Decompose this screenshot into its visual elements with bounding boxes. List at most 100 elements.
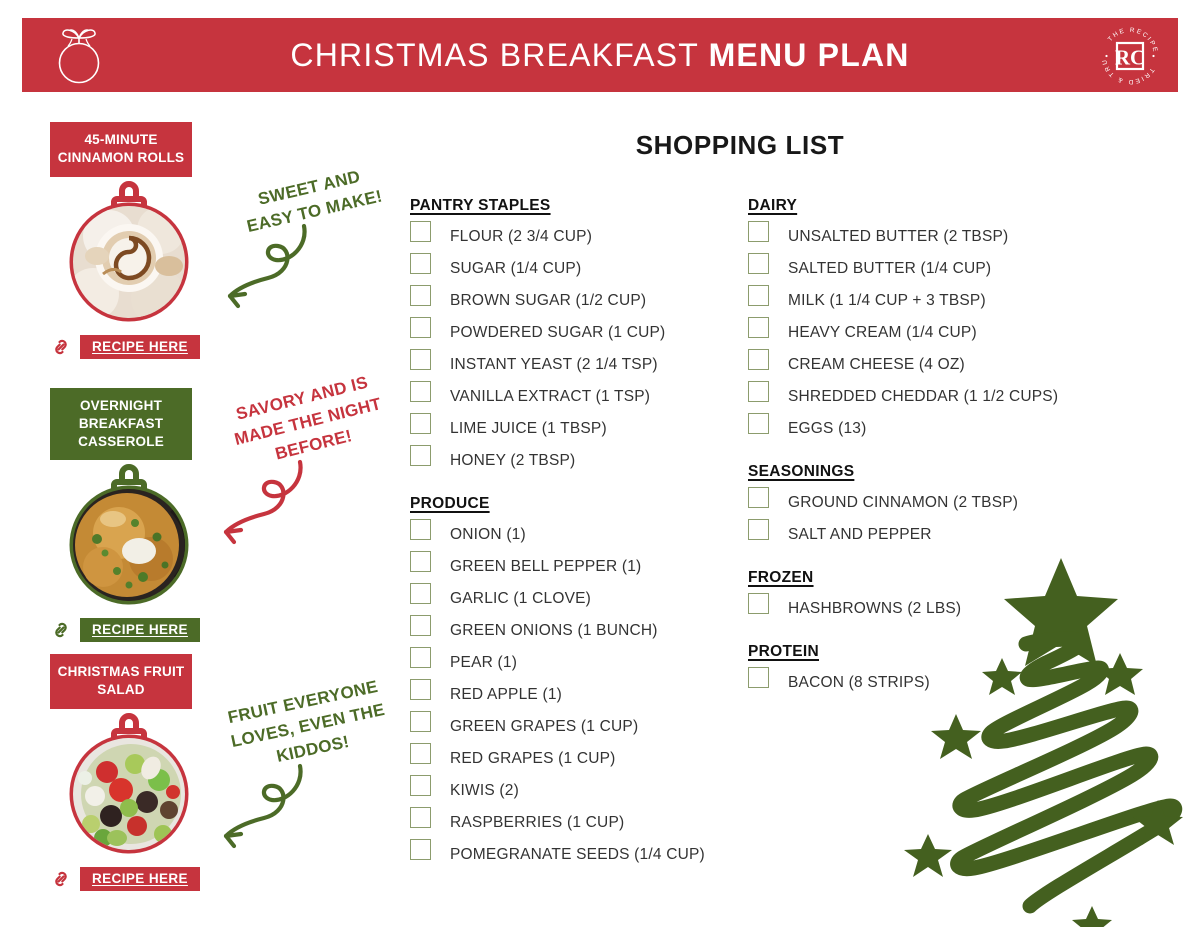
checklist-item[interactable]: SALTED BUTTER (1/4 CUP): [748, 253, 1068, 285]
checkbox[interactable]: [748, 667, 769, 688]
checklist-item-label: GROUND CINNAMON (2 TBSP): [788, 494, 1019, 511]
checklist-item[interactable]: KIWIS (2): [410, 775, 710, 807]
recipe-here-button[interactable]: RECIPE HERE: [80, 334, 200, 359]
checklist-item-label: CREAM CHEESE (4 OZ): [788, 356, 965, 373]
checklist-item[interactable]: HEAVY CREAM (1/4 CUP): [748, 317, 1068, 349]
checkbox[interactable]: [748, 593, 769, 614]
checklist-item[interactable]: ONION (1): [410, 519, 710, 551]
checkbox[interactable]: [748, 381, 769, 402]
checkbox[interactable]: [410, 647, 431, 668]
header-banner: CHRISTMAS BREAKFAST MENU PLAN THE RECIPE…: [22, 18, 1178, 92]
page-title-bold: MENU PLAN: [708, 36, 910, 73]
checklist-item[interactable]: BROWN SUGAR (1/2 CUP): [410, 285, 710, 317]
checklist-item-label: RASPBERRIES (1 CUP): [450, 814, 625, 831]
category-heading-produce: PRODUCE: [410, 495, 490, 512]
checklist-item[interactable]: UNSALTED BUTTER (2 TBSP): [748, 221, 1068, 253]
checklist-item[interactable]: FLOUR (2 3/4 CUP): [410, 221, 710, 253]
recipe-here-button[interactable]: RECIPE HERE: [80, 866, 200, 891]
checkbox[interactable]: [748, 413, 769, 434]
checkbox[interactable]: [410, 743, 431, 764]
recipe-here-button[interactable]: RECIPE HERE: [80, 618, 200, 643]
checklist-item-label: ONION (1): [450, 526, 526, 543]
checkbox[interactable]: [410, 349, 431, 370]
checklist-item[interactable]: EGGS (13): [748, 413, 1068, 445]
checklist-item[interactable]: RASPBERRIES (1 CUP): [410, 807, 710, 839]
checklist-item-label: SUGAR (1/4 CUP): [450, 260, 582, 277]
checklist-item-label: HEAVY CREAM (1/4 CUP): [788, 324, 977, 341]
checkbox[interactable]: [410, 711, 431, 732]
category-heading-seasonings: SEASONINGS: [748, 463, 855, 480]
checklist-item[interactable]: CREAM CHEESE (4 OZ): [748, 349, 1068, 381]
checkbox[interactable]: [410, 775, 431, 796]
checklist-item[interactable]: RED GRAPES (1 CUP): [410, 743, 710, 775]
checkbox[interactable]: [410, 285, 431, 306]
checklist-item-label: SALTED BUTTER (1/4 CUP): [788, 260, 992, 277]
checkbox[interactable]: [410, 679, 431, 700]
ornament-frame: [49, 462, 209, 612]
checklist-item[interactable]: GREEN BELL PEPPER (1): [410, 551, 710, 583]
checklist-item-label: INSTANT YEAST (2 1/4 TSP): [450, 356, 658, 373]
checkbox[interactable]: [410, 551, 431, 572]
checkbox[interactable]: [410, 317, 431, 338]
checklist-item[interactable]: VANILLA EXTRACT (1 TSP): [410, 381, 710, 413]
checkbox[interactable]: [410, 445, 431, 466]
checklist-item-label: KIWIS (2): [450, 782, 519, 799]
shopping-list-title: SHOPPING LIST: [635, 130, 845, 160]
shopping-list-left-column: PANTRY STAPLES FLOUR (2 3/4 CUP) SUGAR (1/…: [410, 197, 710, 871]
checkbox[interactable]: [748, 519, 769, 540]
christmas-tree-scribble-icon: [886, 548, 1196, 927]
checklist-item-label: HONEY (2 TBSP): [450, 452, 576, 469]
checkbox[interactable]: [410, 839, 431, 860]
checkbox[interactable]: [410, 413, 431, 434]
checklist-item[interactable]: GREEN GRAPES (1 CUP): [410, 711, 710, 743]
checklist-item[interactable]: GROUND CINNAMON (2 TBSP): [748, 487, 1068, 519]
checkbox[interactable]: [410, 615, 431, 636]
checklist-item[interactable]: SUGAR (1/4 CUP): [410, 253, 710, 285]
checklist-item[interactable]: GREEN ONIONS (1 BUNCH): [410, 615, 710, 647]
checkbox[interactable]: [748, 349, 769, 370]
checklist-item[interactable]: GARLIC (1 CLOVE): [410, 583, 710, 615]
page-title-light: CHRISTMAS BREAKFAST: [290, 36, 709, 73]
ornament-frame: [49, 711, 209, 861]
checkbox[interactable]: [748, 221, 769, 242]
fruit-salad-photo: [73, 737, 185, 850]
link-chain-icon: [50, 868, 72, 890]
checklist-item[interactable]: RED APPLE (1): [410, 679, 710, 711]
checklist-item[interactable]: HONEY (2 TBSP): [410, 445, 710, 477]
note-text: FRUIT EVERYONE LOVES, EVEN THE KIDDOS!: [226, 676, 387, 767]
checkbox[interactable]: [410, 381, 431, 402]
checklist-item[interactable]: POWDERED SUGAR (1 CUP): [410, 317, 710, 349]
curly-arrow-icon: [223, 764, 303, 849]
note-cinnamon-rolls: SWEET AND EASY TO MAKE!: [227, 167, 392, 315]
checkbox[interactable]: [410, 583, 431, 604]
link-chain-icon: [50, 619, 72, 641]
checkbox[interactable]: [410, 807, 431, 828]
recipe-link-row[interactable]: RECIPE HERE: [50, 618, 244, 643]
cinnamon-rolls-photo: [73, 205, 185, 318]
checkbox[interactable]: [410, 253, 431, 274]
checklist-item[interactable]: PEAR (1): [410, 647, 710, 679]
checklist-item-label: PEAR (1): [450, 654, 518, 671]
checkbox[interactable]: [410, 519, 431, 540]
checkbox[interactable]: [748, 487, 769, 508]
menu-plan-page: CHRISTMAS BREAKFAST MENU PLAN THE RECIPE…: [0, 0, 1200, 927]
recipe-title: CHRISTMAS FRUIT SALAD: [50, 654, 192, 709]
checkbox[interactable]: [748, 317, 769, 338]
recipe-link-row[interactable]: RECIPE HERE: [50, 866, 244, 891]
checklist-item[interactable]: INSTANT YEAST (2 1/4 TSP): [410, 349, 710, 381]
checkbox[interactable]: [748, 285, 769, 306]
checkbox[interactable]: [410, 221, 431, 242]
checkbox[interactable]: [748, 253, 769, 274]
checklist-item-label: GREEN BELL PEPPER (1): [450, 558, 642, 575]
category-heading-pantry-staples: PANTRY STAPLES: [410, 197, 551, 214]
checklist-item-label: SHREDDED CHEDDAR (1 1/2 CUPS): [788, 388, 1059, 405]
recipe-link-row[interactable]: RECIPE HERE: [50, 334, 244, 359]
checklist-item[interactable]: SHREDDED CHEDDAR (1 1/2 CUPS): [748, 381, 1068, 413]
checklist-item[interactable]: LIME JUICE (1 TBSP): [410, 413, 710, 445]
checklist-item[interactable]: SALT AND PEPPER: [748, 519, 1068, 551]
checklist-item[interactable]: MILK (1 1/4 CUP + 3 TBSP): [748, 285, 1068, 317]
checklist-item[interactable]: POMEGRANATE SEEDS (1/4 CUP): [410, 839, 710, 871]
link-chain-icon: [50, 336, 72, 358]
checklist-item-label: EGGS (13): [788, 420, 867, 437]
